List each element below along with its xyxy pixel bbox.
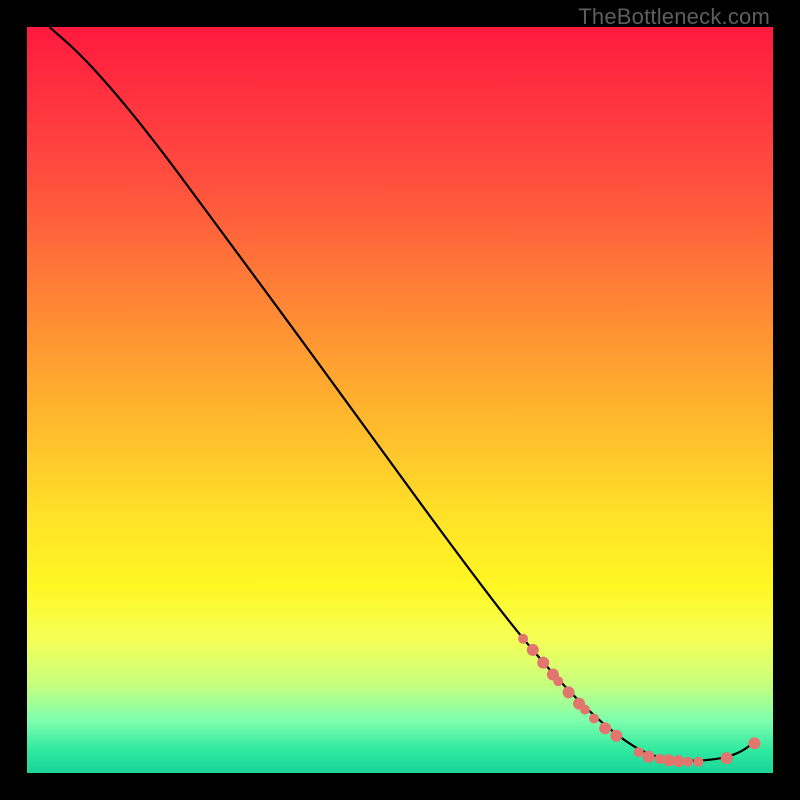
gradient-background xyxy=(27,27,773,773)
chart-svg xyxy=(27,27,773,773)
data-marker xyxy=(683,757,693,767)
data-marker xyxy=(580,705,590,715)
data-marker xyxy=(553,676,563,686)
chart-frame: TheBottleneck.com xyxy=(0,0,800,800)
data-marker xyxy=(563,686,575,698)
data-marker xyxy=(537,657,549,669)
data-marker xyxy=(589,714,599,724)
data-marker xyxy=(693,757,703,767)
data-marker xyxy=(634,747,644,757)
data-marker xyxy=(748,737,760,749)
data-marker xyxy=(672,755,684,767)
data-marker xyxy=(518,634,528,644)
data-marker xyxy=(642,751,654,763)
plot-area xyxy=(27,27,773,773)
data-marker xyxy=(527,644,539,656)
data-marker xyxy=(721,752,733,764)
data-marker xyxy=(610,730,622,742)
data-marker xyxy=(599,722,611,734)
